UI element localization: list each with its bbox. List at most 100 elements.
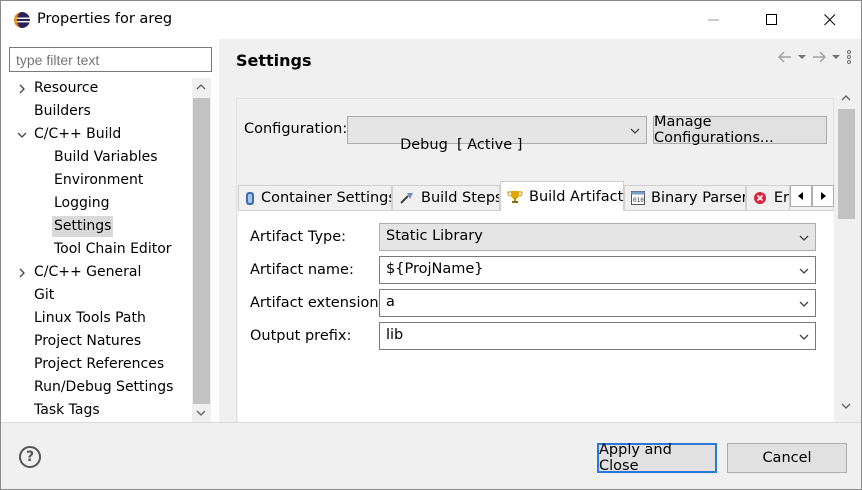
tree-item-label: Project References (34, 356, 165, 372)
forward-arrow-icon[interactable] (811, 50, 827, 64)
settings-panel: Settings Configuration: Debug [ Active ]… (223, 39, 861, 423)
filter-input[interactable] (9, 47, 212, 72)
artifact-type-select[interactable]: Static Library (379, 223, 816, 251)
close-icon (824, 14, 836, 26)
back-dropdown-icon[interactable] (797, 52, 807, 62)
tab-container-settings[interactable]: Container Settings (238, 185, 392, 210)
close-button[interactable] (807, 1, 853, 39)
tab-scroll-left-button[interactable] (790, 185, 812, 207)
artifact-name-value: ${ProjName} (386, 261, 484, 277)
history-nav (777, 47, 853, 67)
properties-dialog: Properties for areg Resource Builders C/… (0, 0, 862, 490)
tab-build-steps[interactable]: Build Steps (392, 185, 500, 210)
error-icon (753, 190, 768, 206)
configuration-label: Configuration: (244, 121, 348, 137)
manage-configurations-button[interactable]: Manage Configurations... (653, 114, 827, 146)
scroll-up-arrow[interactable] (192, 78, 210, 96)
configuration-row: Configuration: Debug [ Active ] Manage C… (237, 99, 835, 175)
tree-item-label: Settings (52, 216, 114, 237)
svg-text:010: 010 (633, 197, 644, 204)
help-icon: ? (25, 449, 35, 465)
tree-item-label: Linux Tools Path (34, 310, 146, 326)
triangle-left-icon (798, 192, 803, 200)
property-tree: Resource Builders C/C++ Build Build Vari… (9, 78, 191, 422)
tab-error-parsers[interactable]: Er (746, 185, 790, 210)
triangle-right-icon (821, 192, 826, 200)
tab-label: Build Steps (421, 190, 500, 206)
settings-content: Configuration: Debug [ Active ] Manage C… (236, 98, 835, 423)
tree-scroll-thumb[interactable] (193, 98, 210, 404)
output-prefix-label: Output prefix: (250, 328, 352, 344)
tree-item-label: Environment (54, 172, 144, 188)
output-prefix-value: lib (386, 327, 404, 343)
tree-item-label: Run/Debug Settings (34, 379, 174, 395)
scroll-down-arrow[interactable] (192, 404, 210, 422)
build-artifact-panel: Artifact Type: Static Library Artifact n… (238, 210, 834, 423)
chevron-down-icon (196, 410, 206, 416)
configuration-select[interactable]: Debug [ Active ] (347, 116, 647, 153)
tab-label: Er (773, 190, 789, 206)
tab-scroll-right-button[interactable] (812, 185, 834, 207)
chevron-right-icon[interactable] (17, 268, 27, 278)
artifact-name-label: Artifact name: (250, 262, 354, 278)
maximize-button[interactable] (749, 1, 795, 39)
scroll-down-arrow[interactable] (837, 397, 855, 415)
build-steps-icon (399, 190, 415, 206)
tree-item-label: C/C++ General (34, 264, 142, 280)
tab-label: Build Artifact (529, 188, 624, 205)
minimize-button[interactable] (691, 1, 737, 39)
chevron-down-icon[interactable] (799, 332, 809, 342)
container-icon (245, 190, 255, 206)
title-bar: Properties for areg (1, 1, 861, 39)
tree-item-label: Tool Chain Editor (54, 241, 172, 257)
tree-item-label: Project Natures (34, 333, 142, 349)
tree-scrollbar[interactable] (192, 78, 211, 422)
maximize-icon (766, 14, 777, 25)
tree-item-label: Logging (54, 195, 110, 211)
configuration-value: Debug [ Active ] (400, 137, 523, 153)
settings-scrollbar[interactable] (836, 89, 856, 422)
artifact-type-label: Artifact Type: (250, 229, 347, 245)
tab-strip: Container Settings Build Steps Build Art… (238, 181, 835, 211)
tree-item-label: Task Tags (34, 402, 100, 418)
back-arrow-icon[interactable] (777, 50, 793, 64)
scroll-up-arrow[interactable] (837, 89, 855, 107)
minimize-icon (708, 19, 719, 21)
artifact-extension-label: Artifact extension: (250, 295, 384, 311)
tree-item-label: Build Variables (54, 149, 158, 165)
tree-item-label: Builders (34, 103, 91, 119)
chevron-up-icon (196, 84, 206, 90)
chevron-down-icon[interactable] (799, 299, 809, 309)
tab-label: Container Settings (261, 190, 392, 206)
apply-and-close-button[interactable]: Apply and Close (597, 442, 717, 474)
trophy-icon (507, 189, 523, 205)
tab-binary-parsers[interactable]: 010 Binary Parsers (624, 185, 746, 210)
artifact-type-value: Static Library (386, 228, 483, 244)
chevron-down-icon[interactable] (799, 266, 809, 276)
chevron-up-icon (841, 95, 851, 101)
artifact-name-combo[interactable]: ${ProjName} (379, 256, 816, 284)
tree-item-label: Git (34, 287, 55, 303)
artifact-extension-combo[interactable]: a (379, 289, 816, 317)
chevron-down-icon (841, 403, 851, 409)
tree-item-label: C/C++ Build (34, 126, 122, 142)
tree-item-label: Resource (34, 80, 99, 96)
cancel-button[interactable]: Cancel (727, 443, 847, 473)
view-menu-icon[interactable] (845, 49, 853, 65)
help-button[interactable]: ? (19, 446, 41, 468)
eclipse-icon (14, 12, 30, 28)
chevron-down-icon (630, 128, 640, 134)
chevron-down-icon (799, 235, 809, 241)
page-title: Settings (236, 51, 312, 70)
binary-icon: 010 (631, 190, 645, 206)
output-prefix-combo[interactable]: lib (379, 322, 816, 350)
chevron-down-icon[interactable] (17, 130, 27, 140)
forward-dropdown-icon[interactable] (831, 52, 841, 62)
chevron-right-icon[interactable] (17, 84, 27, 94)
tab-label: Binary Parsers (651, 190, 746, 206)
settings-scroll-thumb[interactable] (838, 109, 855, 219)
window-title: Properties for areg (37, 11, 173, 27)
tab-build-artifact[interactable]: Build Artifact (500, 181, 624, 211)
navigation-panel: Resource Builders C/C++ Build Build Vari… (1, 39, 219, 422)
dialog-button-bar: ? Apply and Close Cancel (1, 422, 861, 489)
